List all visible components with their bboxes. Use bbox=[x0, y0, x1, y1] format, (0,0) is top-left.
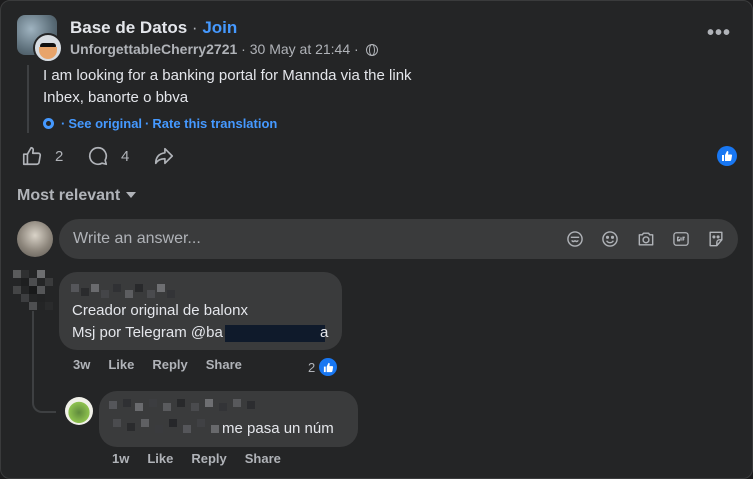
comment-age[interactable]: 3w bbox=[73, 357, 90, 372]
like-badge-icon bbox=[722, 151, 733, 162]
comment-count: 4 bbox=[121, 147, 130, 165]
reply-author-avatar[interactable] bbox=[65, 397, 93, 425]
comment-sort-dropdown[interactable]: Most relevant bbox=[17, 187, 137, 205]
sticker-icon bbox=[709, 231, 723, 247]
comment-reactions[interactable]: 2 bbox=[308, 356, 340, 378]
comment-reply-button[interactable]: Reply bbox=[152, 357, 187, 372]
post-text-line-2: Inbex, banorte o bbva bbox=[43, 89, 189, 106]
more-options-button[interactable]: ••• bbox=[701, 21, 737, 49]
like-button[interactable]: 2 bbox=[21, 143, 63, 169]
author-name-link[interactable]: UnforgettableCherry2721 bbox=[70, 41, 237, 57]
rate-translation-link[interactable]: Rate this translation bbox=[152, 116, 277, 131]
reply-age[interactable]: 1w bbox=[112, 451, 129, 466]
comment-bubble: Creador original de balonx Msj por Teleg… bbox=[59, 272, 342, 350]
comment-like-badge bbox=[317, 356, 340, 378]
author-avatar[interactable] bbox=[33, 33, 63, 63]
gear-icon bbox=[43, 118, 54, 129]
meta-separator-2: · bbox=[354, 41, 359, 57]
comment-text-line-2: Msj por Telegram @ba bbox=[72, 324, 223, 341]
meta-separator: · bbox=[241, 41, 246, 57]
camera-button[interactable] bbox=[636, 229, 656, 249]
comment-text-line-1: Creador original de balonx bbox=[72, 302, 248, 319]
current-user-avatar[interactable] bbox=[17, 221, 53, 257]
comment-share-button[interactable]: Share bbox=[206, 357, 242, 372]
reaction-summary-badge[interactable] bbox=[717, 146, 737, 166]
emoji-button[interactable] bbox=[600, 229, 620, 249]
translation-row: · See original · Rate this translation bbox=[43, 116, 277, 131]
group-name-link[interactable]: Base de Datos bbox=[70, 18, 187, 37]
camera-icon bbox=[638, 232, 654, 246]
reply-text: me pasa un núm bbox=[222, 420, 334, 437]
translation-quote-bar bbox=[27, 65, 29, 133]
comment-meta-row: 3w Like Reply Share bbox=[73, 357, 242, 372]
reply-like-button[interactable]: Like bbox=[147, 451, 173, 466]
answer-input[interactable]: Write an answer... bbox=[59, 219, 738, 259]
gif-button[interactable] bbox=[671, 229, 691, 249]
timestamp-link[interactable]: 30 May at 21:44 bbox=[250, 41, 350, 57]
comment-like-button[interactable]: Like bbox=[108, 357, 134, 372]
redacted-handle bbox=[225, 325, 325, 342]
reply-share-button[interactable]: Share bbox=[245, 451, 281, 466]
sort-label: Most relevant bbox=[17, 187, 121, 204]
avatar-sticker-icon bbox=[567, 231, 583, 247]
reply-reply-button[interactable]: Reply bbox=[191, 451, 226, 466]
share-button[interactable] bbox=[153, 143, 187, 169]
reply-bubble: me pasa un núm bbox=[99, 391, 358, 447]
comment-text-line-2-end: a bbox=[320, 324, 329, 341]
emoji-icon bbox=[602, 231, 618, 247]
post-header: Base de Datos · Join bbox=[70, 18, 237, 38]
post-text-line-1: I am looking for a banking portal for Ma… bbox=[43, 67, 412, 84]
post-card: Base de Datos · Join UnforgettableCherry… bbox=[0, 0, 753, 479]
reply-thread-line bbox=[32, 311, 56, 413]
like-icon bbox=[22, 146, 42, 166]
gif-icon bbox=[673, 232, 689, 246]
post-meta: UnforgettableCherry2721 · 30 May at 21:4… bbox=[70, 41, 378, 57]
comment-reaction-count: 2 bbox=[308, 359, 316, 375]
answer-placeholder: Write an answer... bbox=[73, 230, 201, 247]
reply-meta-row: 1w Like Reply Share bbox=[112, 451, 281, 466]
share-icon bbox=[154, 147, 174, 165]
see-original-link[interactable]: See original bbox=[68, 116, 142, 131]
comment-button[interactable]: 4 bbox=[87, 143, 129, 169]
sticker-button[interactable] bbox=[706, 229, 726, 249]
like-count: 2 bbox=[55, 147, 64, 165]
header-separator: · bbox=[191, 18, 198, 37]
commenter-avatar-pixelated[interactable] bbox=[13, 270, 53, 310]
comment-icon bbox=[88, 146, 108, 166]
commenter-name-redacted[interactable] bbox=[71, 282, 177, 302]
avatar-sticker-button[interactable] bbox=[565, 229, 585, 249]
join-button[interactable]: Join bbox=[202, 18, 237, 37]
globe-icon bbox=[365, 44, 378, 56]
like-badge-icon bbox=[323, 362, 333, 372]
caret-down-icon bbox=[126, 192, 137, 198]
